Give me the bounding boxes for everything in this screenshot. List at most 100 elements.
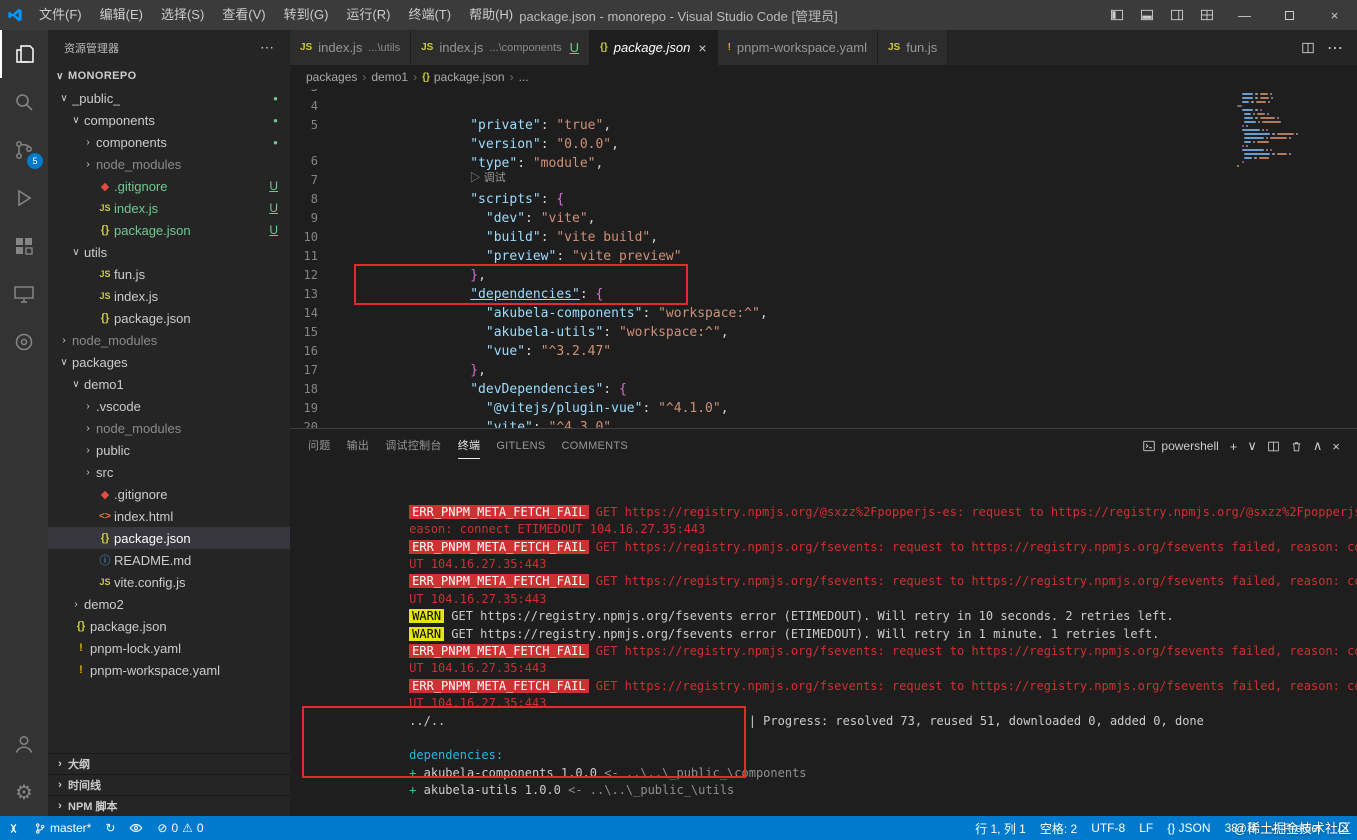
tree-item[interactable]: {} package.json bbox=[48, 307, 290, 329]
tree-item[interactable]: › node_modules bbox=[48, 153, 290, 175]
search-icon[interactable] bbox=[0, 78, 48, 126]
close-panel-icon[interactable]: × bbox=[1327, 439, 1345, 454]
panel-tab[interactable]: GITLENS bbox=[496, 434, 545, 459]
problems-indicator[interactable]: ⊘ 0 ⚠ 0 bbox=[150, 816, 210, 840]
tree-item[interactable]: › src bbox=[48, 461, 290, 483]
more-actions-icon[interactable]: ⋯ bbox=[1321, 38, 1349, 58]
menu-item[interactable]: 运行(R) bbox=[337, 0, 399, 30]
menu-item[interactable]: 文件(F) bbox=[30, 0, 91, 30]
editor-tab[interactable]: ! pnpm-workspace.yaml bbox=[718, 30, 878, 65]
remote-explorer-icon[interactable] bbox=[0, 270, 48, 318]
status-item[interactable]: {} JSON bbox=[1160, 816, 1217, 840]
editor-tab[interactable]: {} package.json × bbox=[590, 30, 718, 65]
tree-item[interactable]: ∨ packages bbox=[48, 351, 290, 373]
minimize-button[interactable]: — bbox=[1222, 0, 1267, 30]
tree-item[interactable]: ! pnpm-lock.yaml bbox=[48, 637, 290, 659]
split-editor-icon[interactable] bbox=[1295, 41, 1321, 55]
tree-item[interactable]: › .vscode bbox=[48, 395, 290, 417]
tree-item[interactable]: {} package.json U bbox=[48, 219, 290, 241]
git-branch-status[interactable]: master* bbox=[27, 816, 98, 840]
tree-item[interactable]: <> index.html bbox=[48, 505, 290, 527]
toggle-secondary-sidebar-icon[interactable] bbox=[1162, 0, 1192, 30]
tree-item[interactable]: JS index.js U bbox=[48, 197, 290, 219]
tree-item[interactable]: {} package.json bbox=[48, 527, 290, 549]
tree-item[interactable]: ◆ .gitignore U bbox=[48, 175, 290, 197]
menu-item[interactable]: 查看(V) bbox=[213, 0, 274, 30]
status-item[interactable]: 行 1, 列 1 bbox=[968, 816, 1033, 840]
new-terminal-icon[interactable]: + bbox=[1225, 439, 1243, 454]
maximize-button[interactable] bbox=[1267, 0, 1312, 30]
sync-icon[interactable]: ↻ bbox=[98, 816, 122, 840]
status-item[interactable]: ✓ Prettier bbox=[1263, 816, 1329, 840]
maximize-panel-icon[interactable]: ∧ bbox=[1308, 438, 1328, 454]
sidebar-section[interactable]: › NPM 脚本 bbox=[48, 795, 290, 816]
status-item[interactable]: 空格: 2 bbox=[1033, 816, 1084, 840]
panel-tab[interactable]: 调试控制台 bbox=[385, 434, 442, 459]
tree-item[interactable]: ◆ .gitignore bbox=[48, 483, 290, 505]
chevron-down-icon[interactable]: ∨ bbox=[1242, 438, 1262, 454]
split-terminal-icon[interactable] bbox=[1262, 440, 1285, 453]
menu-item[interactable]: 转到(G) bbox=[275, 0, 338, 30]
terminal-segment: GET https://registry.npmjs.org/@sxzz%2Fp… bbox=[589, 505, 1357, 519]
customize-layout-icon[interactable] bbox=[1192, 0, 1222, 30]
account-icon[interactable] bbox=[0, 720, 48, 768]
project-root-header[interactable]: ∨ MONOREPO bbox=[48, 65, 290, 87]
menu-item[interactable]: 终端(T) bbox=[399, 0, 460, 30]
kill-terminal-icon[interactable] bbox=[1285, 440, 1308, 453]
menu-item[interactable]: 选择(S) bbox=[152, 0, 213, 30]
project-root-label: MONOREPO bbox=[68, 70, 137, 82]
editor-tab[interactable]: JS index.js ...\utils bbox=[290, 30, 411, 65]
tree-item[interactable]: ∨ demo1 bbox=[48, 373, 290, 395]
extensions-icon[interactable] bbox=[0, 222, 48, 270]
minimap[interactable] bbox=[1237, 93, 1341, 169]
eye-icon[interactable] bbox=[122, 816, 150, 840]
settings-gear-icon[interactable]: ⚙ bbox=[0, 768, 48, 816]
close-icon[interactable]: × bbox=[698, 40, 706, 56]
more-actions-icon[interactable]: ⋯ bbox=[260, 39, 274, 56]
status-item[interactable]: LF bbox=[1132, 816, 1160, 840]
tree-item[interactable]: › node_modules bbox=[48, 417, 290, 439]
status-item[interactable]: 387 B bbox=[1218, 816, 1263, 840]
panel-tab[interactable]: 终端 bbox=[458, 434, 481, 459]
tree-item[interactable]: ∨ _public_ ● bbox=[48, 87, 290, 109]
panel-tab[interactable]: COMMENTS bbox=[562, 434, 629, 459]
close-button[interactable]: × bbox=[1312, 0, 1357, 30]
menu-item[interactable]: 编辑(E) bbox=[91, 0, 152, 30]
tree-item[interactable]: ∨ utils bbox=[48, 241, 290, 263]
terminal-profile-select[interactable]: powershell bbox=[1142, 439, 1218, 453]
breadcrumb-item[interactable]: packages bbox=[306, 70, 357, 84]
breadcrumb-item[interactable]: › demo1 bbox=[357, 70, 408, 84]
panel-tab[interactable]: 输出 bbox=[347, 434, 370, 459]
tree-item[interactable]: ! pnpm-workspace.yaml bbox=[48, 659, 290, 681]
tree-item[interactable]: › node_modules bbox=[48, 329, 290, 351]
tree-item[interactable]: JS index.js bbox=[48, 285, 290, 307]
sidebar-section[interactable]: › 大纲 bbox=[48, 753, 290, 774]
tree-item[interactable]: JS vite.config.js bbox=[48, 571, 290, 593]
remote-indicator[interactable] bbox=[0, 816, 27, 840]
menu-item[interactable]: 帮助(H) bbox=[460, 0, 522, 30]
terminal[interactable]: ERR_PNPM_META_FETCH_FAIL GET https://reg… bbox=[290, 463, 1357, 816]
tree-item[interactable]: ∨ components ● bbox=[48, 109, 290, 131]
editor-tab[interactable]: JS index.js ...\components U bbox=[411, 30, 590, 65]
status-item[interactable]: UTF-8 bbox=[1084, 816, 1132, 840]
breadcrumb-item[interactable]: › ... bbox=[505, 70, 529, 84]
panel-tab[interactable]: 问题 bbox=[308, 434, 331, 459]
toggle-panel-icon[interactable] bbox=[1132, 0, 1162, 30]
tree-item[interactable]: › components ● bbox=[48, 131, 290, 153]
code-lines: 3 "private": "true", 4 "version": "0.0.0… bbox=[290, 89, 1357, 428]
breadcrumb-item[interactable]: › {} package.json bbox=[408, 70, 505, 84]
bell-icon[interactable] bbox=[1329, 816, 1357, 840]
tree-item[interactable]: ⓘ README.md bbox=[48, 549, 290, 571]
code-editor[interactable]: 3 "private": "true", 4 "version": "0.0.0… bbox=[290, 89, 1357, 428]
editor-tab[interactable]: JS fun.js bbox=[878, 30, 948, 65]
tree-item[interactable]: JS fun.js bbox=[48, 263, 290, 285]
explorer-icon[interactable] bbox=[0, 30, 48, 78]
tree-item[interactable]: › demo2 bbox=[48, 593, 290, 615]
tree-item[interactable]: {} package.json bbox=[48, 615, 290, 637]
circle-icon[interactable] bbox=[0, 318, 48, 366]
tree-item[interactable]: › public bbox=[48, 439, 290, 461]
sidebar-section[interactable]: › 时间线 bbox=[48, 774, 290, 795]
toggle-sidebar-icon[interactable] bbox=[1102, 0, 1132, 30]
source-control-icon[interactable]: 5 bbox=[0, 126, 48, 174]
run-debug-icon[interactable] bbox=[0, 174, 48, 222]
